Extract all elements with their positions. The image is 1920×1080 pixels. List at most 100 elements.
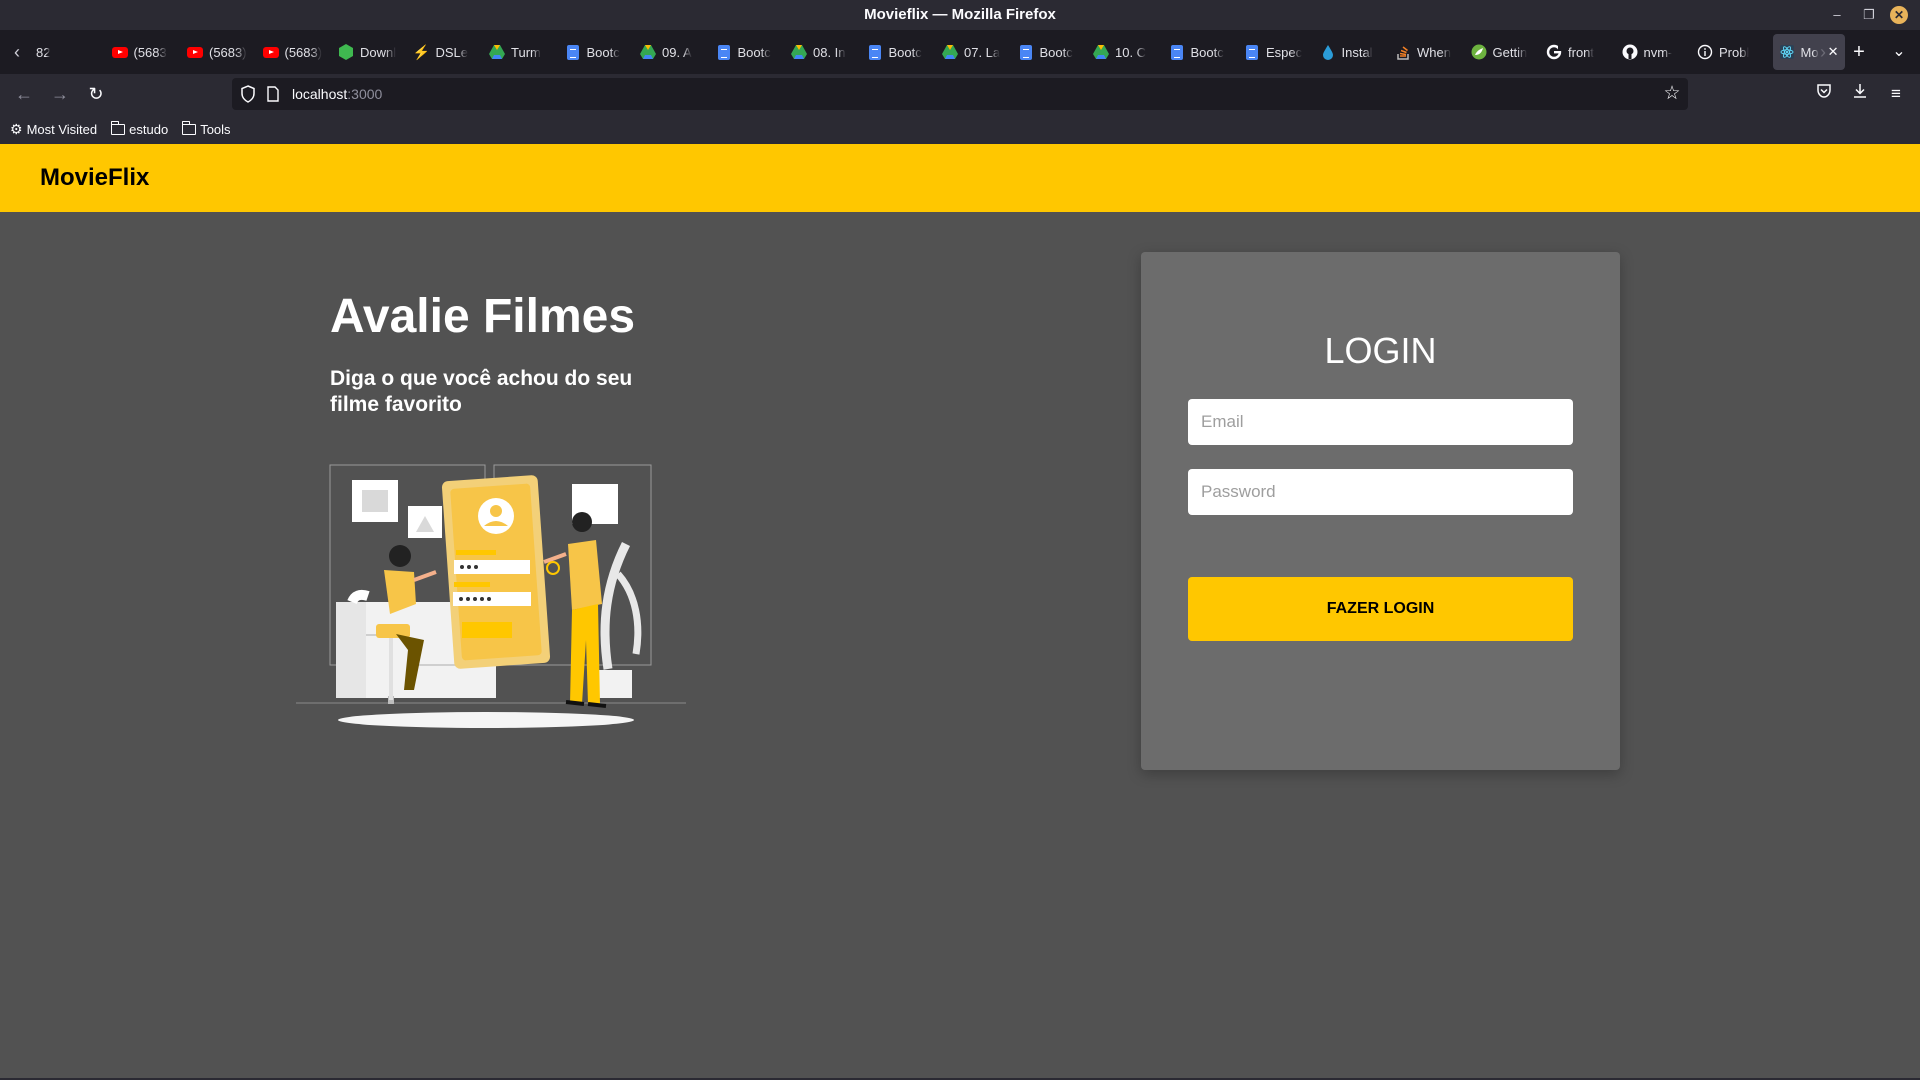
tab[interactable]: Bootc <box>559 34 635 70</box>
green-shield-icon <box>338 44 354 60</box>
downloads-shape <box>1854 84 1866 98</box>
close-window-icon[interactable]: ✕ <box>1890 6 1908 24</box>
tab[interactable]: When <box>1389 34 1465 70</box>
new-tab-icon[interactable]: + <box>1844 30 1874 74</box>
tab[interactable]: 08. In <box>785 34 861 70</box>
folder-icon <box>110 120 126 135</box>
tab[interactable]: Bootc <box>861 34 937 70</box>
page-content: MovieFlix Avalie Filmes Diga o que você … <box>0 144 1920 1080</box>
docs-icon <box>867 44 883 60</box>
docs-icon <box>1018 44 1034 60</box>
page-icon[interactable] <box>266 86 280 102</box>
maximize-icon[interactable]: ❐ <box>1860 6 1878 24</box>
docs-icon <box>716 44 732 60</box>
tab[interactable]: Turm <box>483 34 559 70</box>
tab[interactable]: 82 <box>30 34 106 70</box>
tab[interactable]: Gettin <box>1465 34 1541 70</box>
minimize-icon[interactable]: – <box>1828 6 1846 24</box>
drive-icon <box>942 44 958 60</box>
tab[interactable]: 10. C <box>1087 34 1163 70</box>
email-field[interactable] <box>1188 399 1573 445</box>
reload-icon[interactable]: ↻ <box>84 82 108 106</box>
google-icon <box>1546 44 1562 60</box>
tab[interactable]: ⚡ DSLe <box>408 34 484 70</box>
tab[interactable]: 09. A <box>634 34 710 70</box>
url-port: :3000 <box>347 86 383 102</box>
docs-icon <box>565 44 581 60</box>
stackoverflow-icon <box>1395 44 1411 60</box>
github-icon <box>1622 44 1638 60</box>
tab[interactable]: Bootc <box>1163 34 1239 70</box>
login-title: LOGIN <box>1324 330 1437 371</box>
bookmark-label: Tools <box>200 121 231 137</box>
tab[interactable]: nvm- <box>1616 34 1692 70</box>
window-titlebar: Movieflix — Mozilla Firefox – ❐ ✕ <box>0 0 1920 30</box>
tab-label: Gettin <box>1492 44 1528 60</box>
site-brand[interactable]: MovieFlix <box>40 164 149 192</box>
tab[interactable]: (5683) <box>181 34 257 70</box>
bookmark-folder-tools[interactable]: Tools <box>181 120 231 137</box>
bookmark-label: Most Visited <box>26 121 98 137</box>
tab-label: Bootc <box>1190 44 1224 60</box>
tab-label: Espec <box>1266 44 1303 60</box>
tab-label: Downl <box>360 44 397 60</box>
list-all-tabs-icon[interactable]: ⌄ <box>1884 30 1914 74</box>
hero-subtitle: Diga o que você achou do seu filme favor… <box>330 367 633 416</box>
window-title: Movieflix — Mozilla Firefox <box>864 6 1056 23</box>
pocket-icon[interactable] <box>1812 82 1836 106</box>
pocket-shape <box>1817 84 1831 98</box>
youtube-icon <box>187 44 203 60</box>
tab[interactable]: 07. La <box>936 34 1012 70</box>
tab-label: 10. C <box>1115 44 1147 60</box>
spring-icon <box>1471 44 1487 60</box>
tab-label: Bootc <box>586 44 620 60</box>
tab-label: (5683) <box>284 44 323 60</box>
forward-icon[interactable]: → <box>48 82 72 106</box>
navigation-toolbar: ← → ↻ localhost:3000 ☆ ≡ <box>0 74 1920 114</box>
drop-icon <box>1320 44 1336 60</box>
tab[interactable]: Bootc <box>710 34 786 70</box>
tab-label: (5683 <box>133 44 167 60</box>
drive-icon <box>1093 44 1109 60</box>
url-bar[interactable]: localhost:3000 ☆ <box>232 78 1688 110</box>
tab[interactable]: (5683) <box>257 34 333 70</box>
password-field[interactable] <box>1188 469 1573 515</box>
folder-icon <box>181 120 197 135</box>
drive-icon <box>791 44 807 60</box>
back-icon[interactable]: ← <box>12 82 36 106</box>
tab-label: Probl <box>1719 44 1750 60</box>
tab-label: Bootc <box>1039 44 1073 60</box>
tab-label: front <box>1568 44 1595 60</box>
youtube-icon <box>111 44 128 60</box>
url-host: localhost <box>292 86 348 102</box>
bookmark-folder-estudo[interactable]: estudo <box>110 120 168 137</box>
bookmark-star-icon[interactable]: ☆ <box>1662 84 1682 104</box>
tab-strip: ‹ 82 (5683 (5683) (5683) Downl ⚡ DSLe Turm Bootc… <box>0 30 1920 74</box>
gear-icon: ⚙ <box>10 120 23 137</box>
tab-label: Bootc <box>737 44 771 60</box>
url-text[interactable]: localhost:3000 <box>292 86 382 102</box>
login-button[interactable]: FAZER LOGIN <box>1188 577 1573 641</box>
scroll-tabs-left-icon[interactable]: ‹ <box>2 30 32 74</box>
youtube-icon <box>262 44 279 60</box>
tab[interactable]: Probl <box>1691 34 1767 70</box>
tab-list: 82 (5683 (5683) (5683) Downl ⚡ DSLe Turm Bootc 09… <box>30 30 1845 74</box>
tab-label: 08. In <box>813 44 846 60</box>
bookmark-most-visited[interactable]: ⚙ Most Visited <box>10 121 97 138</box>
tab[interactable]: Instal <box>1314 34 1390 70</box>
tab[interactable]: (5683 <box>106 34 182 70</box>
menu-icon[interactable]: ≡ <box>1884 82 1908 106</box>
tab-label: Turm <box>511 44 541 60</box>
bookmarks-toolbar: ⚙ Most Visited estudo Tools <box>0 114 1920 144</box>
scroll-tabs-right-icon[interactable]: › <box>1808 30 1838 74</box>
downloads-icon[interactable] <box>1848 82 1872 106</box>
tab-label: nvm- <box>1643 44 1673 60</box>
login-card: LOGIN FAZER LOGIN <box>1141 252 1620 770</box>
tab[interactable]: Espec <box>1238 34 1314 70</box>
shield-icon[interactable] <box>240 85 256 103</box>
tab[interactable]: Downl <box>332 34 408 70</box>
tab[interactable]: Bootc <box>1012 34 1088 70</box>
drive-icon <box>640 44 656 60</box>
tab[interactable]: front <box>1540 34 1616 70</box>
tab-label: (5683) <box>209 44 247 60</box>
